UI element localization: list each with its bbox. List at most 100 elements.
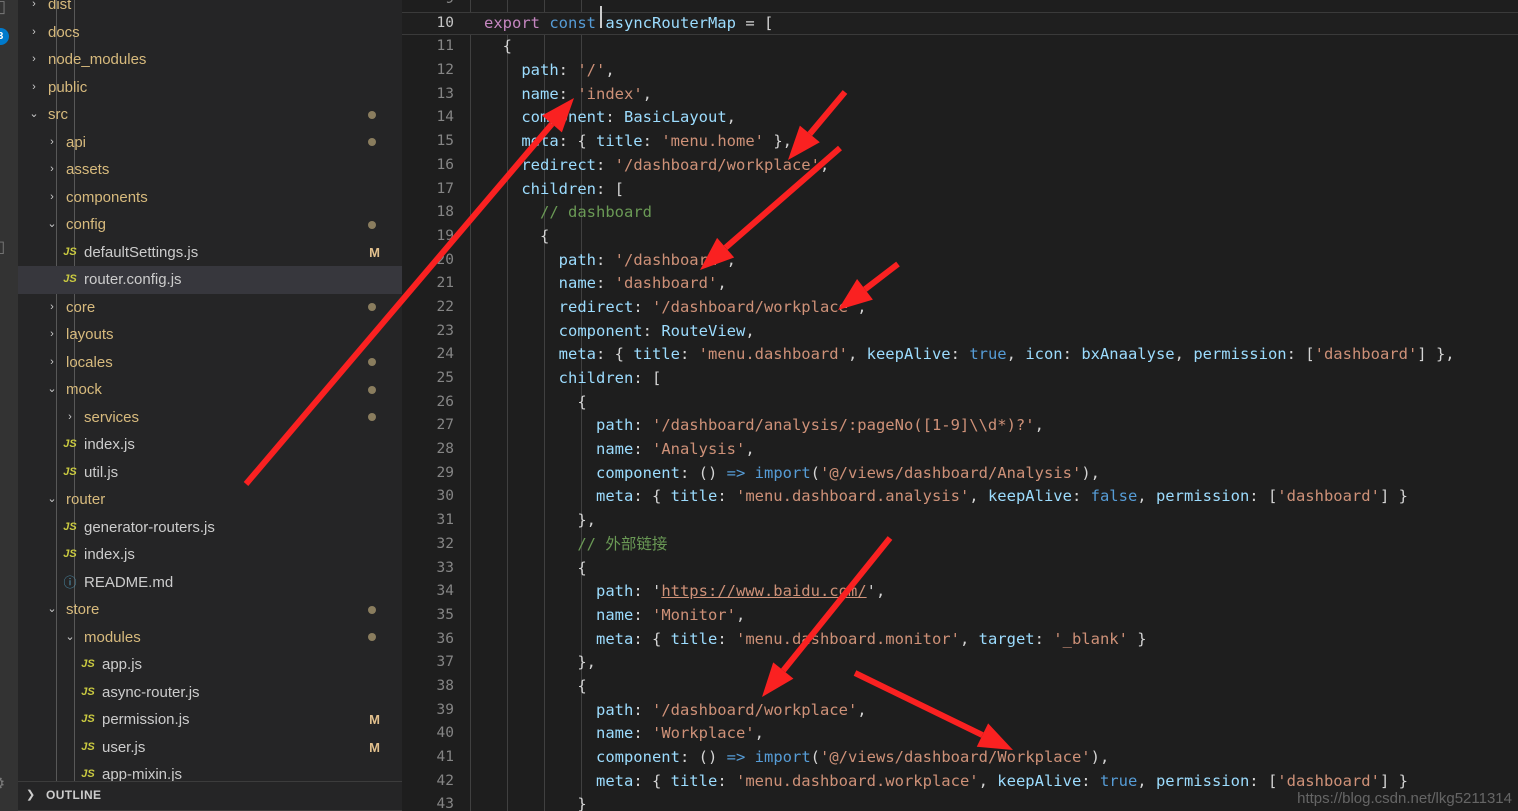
line-number: 16 — [436, 156, 454, 173]
tree-item-app-mixin-js[interactable]: JS app-mixin.js — [18, 761, 402, 782]
code-line-31[interactable]: 31 }, — [402, 509, 1518, 533]
code-lines[interactable]: 910export const asyncRouterMap = [11 {12… — [402, 0, 1518, 811]
tree-item-label: util.js — [84, 463, 119, 481]
explorer-sidebar: › dist › docs › node_modules › public ⌄ src › api › a… — [18, 0, 402, 782]
tree-item-assets[interactable]: › assets — [18, 156, 402, 184]
tree-item-defaultsettings-js[interactable]: JS defaultSettings.js M — [18, 239, 402, 267]
tree-item-node-modules[interactable]: › node_modules — [18, 46, 402, 74]
line-number: 34 — [436, 583, 454, 600]
line-number: 9 — [402, 0, 454, 12]
settings-gear-icon[interactable]: ⚙ — [0, 775, 5, 792]
line-number: 12 — [436, 62, 454, 79]
code-line-38[interactable]: 38 { — [402, 675, 1518, 699]
tree-item-app-js[interactable]: JS app.js — [18, 651, 402, 679]
line-number: 41 — [436, 749, 454, 765]
code-line-15[interactable]: 15 meta: { title: 'menu.home' }, — [402, 130, 1518, 154]
tree-item-src[interactable]: ⌄ src — [18, 101, 402, 129]
tree-item-index-js[interactable]: JS index.js — [18, 541, 402, 569]
js-file-icon: JS — [81, 713, 95, 726]
tree-item-label: core — [66, 298, 96, 316]
tree-item-router-config-js[interactable]: JS router.config.js — [18, 266, 402, 294]
code-line-35[interactable]: 35 name: 'Monitor', — [402, 604, 1518, 628]
line-number: 23 — [436, 322, 454, 339]
line-content: { — [484, 676, 587, 695]
code-line-13[interactable]: 13 name: 'index', — [402, 83, 1518, 107]
code-line-24[interactable]: 24 meta: { title: 'menu.dashboard', keep… — [402, 343, 1518, 367]
code-line-21[interactable]: 21 name: 'dashboard', — [402, 272, 1518, 296]
code-line-32[interactable]: 32 // 外部链接 — [402, 533, 1518, 557]
code-line-19[interactable]: 19 { — [402, 225, 1518, 249]
line-number: 20 — [436, 251, 454, 268]
js-file-icon: JS — [81, 740, 95, 753]
tree-item-index-js[interactable]: JS index.js — [18, 431, 402, 459]
code-line-16[interactable]: 16 redirect: '/dashboard/workplace', — [402, 154, 1518, 178]
code-line-9[interactable]: 9 — [402, 0, 1518, 12]
outline-panel[interactable]: ❯ OUTLINE — [18, 781, 402, 811]
tree-item-router[interactable]: ⌄ router — [18, 486, 402, 514]
tree-item-locales[interactable]: › locales — [18, 349, 402, 377]
tree-item-api[interactable]: › api — [18, 129, 402, 157]
tree-item-mock[interactable]: ⌄ mock — [18, 376, 402, 404]
tree-item-dist[interactable]: › dist — [18, 0, 402, 19]
tree-item-components[interactable]: › components — [18, 184, 402, 212]
line-number: 30 — [436, 488, 454, 505]
line-number: 22 — [436, 298, 454, 315]
code-line-28[interactable]: 28 name: 'Analysis', — [402, 438, 1518, 462]
chevron-down-icon: ⌄ — [65, 630, 75, 643]
chevron-right-icon: › — [32, 0, 36, 11]
outline-panel-label: OUTLINE — [46, 788, 102, 802]
code-line-26[interactable]: 26 { — [402, 391, 1518, 415]
tree-item-label: store — [66, 601, 100, 619]
tree-item-user-js[interactable]: JS user.js M — [18, 734, 402, 762]
tree-item-label: assets — [66, 161, 110, 179]
tree-item-services[interactable]: › services — [18, 404, 402, 432]
line-number: 14 — [436, 109, 454, 126]
tree-item-generator-routers-js[interactable]: JS generator-routers.js — [18, 514, 402, 542]
code-line-40[interactable]: 40 name: 'Workplace', — [402, 722, 1518, 746]
code-line-20[interactable]: 20 path: '/dashboard', — [402, 249, 1518, 273]
code-line-30[interactable]: 30 meta: { title: 'menu.dashboard.analys… — [402, 485, 1518, 509]
code-line-22[interactable]: 22 redirect: '/dashboard/workplace', — [402, 296, 1518, 320]
code-line-39[interactable]: 39 path: '/dashboard/workplace', — [402, 699, 1518, 723]
code-line-10[interactable]: 10 export const asyncRouterMap = [ — [402, 11, 1518, 36]
tree-item-docs[interactable]: › docs — [18, 19, 402, 47]
code-line-23[interactable]: 23 component: RouteView, — [402, 320, 1518, 344]
tree-item-label: router.config.js — [84, 271, 182, 289]
code-line-12[interactable]: 12 path: '/', — [402, 59, 1518, 83]
code-line-27[interactable]: 27 path: '/dashboard/analysis/:pageNo([1… — [402, 414, 1518, 438]
code-line-33[interactable]: 33 { — [402, 557, 1518, 581]
tree-item-core[interactable]: › core — [18, 294, 402, 322]
line-content: meta: { title: 'menu.dashboard', keepAli… — [558, 345, 1455, 364]
activity-badge-count: 3 — [0, 28, 9, 45]
tree-item-config[interactable]: ⌄ config — [18, 211, 402, 239]
line-number: 11 — [436, 38, 454, 55]
code-line-41[interactable]: 41 component: () => import('@/views/dash… — [402, 746, 1518, 770]
tree-item-readme-md[interactable]: ⓘ README.md — [18, 569, 402, 597]
code-line-11[interactable]: 11 { — [402, 35, 1518, 59]
tree-item-util-js[interactable]: JS util.js — [18, 459, 402, 487]
code-line-36[interactable]: 36 meta: { title: 'menu.dashboard.monito… — [402, 628, 1518, 652]
extensions-icon[interactable]: ☐ — [0, 240, 5, 257]
code-line-25[interactable]: 25 children: [ — [402, 367, 1518, 391]
js-file-icon: JS — [63, 245, 77, 258]
file-tree[interactable]: › dist › docs › node_modules › public ⌄ src › api › a… — [18, 0, 402, 782]
tree-item-async-router-js[interactable]: JS async-router.js — [18, 679, 402, 707]
tree-item-permission-js[interactable]: JS permission.js M — [18, 706, 402, 734]
code-line-18[interactable]: 18 // dashboard — [402, 201, 1518, 225]
tree-item-public[interactable]: › public — [18, 74, 402, 102]
code-line-37[interactable]: 37 }, — [402, 651, 1518, 675]
code-line-17[interactable]: 17 children: [ — [402, 178, 1518, 202]
line-content: component: BasicLayout, — [521, 108, 736, 127]
explorer-icon[interactable]: ◫ — [0, 0, 6, 15]
line-content: } — [484, 795, 587, 811]
tree-item-modules[interactable]: ⌄ modules — [18, 624, 402, 652]
chevron-right-icon: › — [32, 80, 36, 93]
code-line-14[interactable]: 14 component: BasicLayout, — [402, 106, 1518, 130]
tree-item-label: app-mixin.js — [102, 766, 183, 782]
line-number: 26 — [436, 393, 454, 410]
tree-item-store[interactable]: ⌄ store — [18, 596, 402, 624]
tree-item-layouts[interactable]: › layouts — [18, 321, 402, 349]
code-line-34[interactable]: 34 path: 'https://www.baidu.com/', — [402, 580, 1518, 604]
code-editor[interactable]: 910export const asyncRouterMap = [11 {12… — [402, 0, 1518, 811]
code-line-29[interactable]: 29 component: () => import('@/views/dash… — [402, 462, 1518, 486]
